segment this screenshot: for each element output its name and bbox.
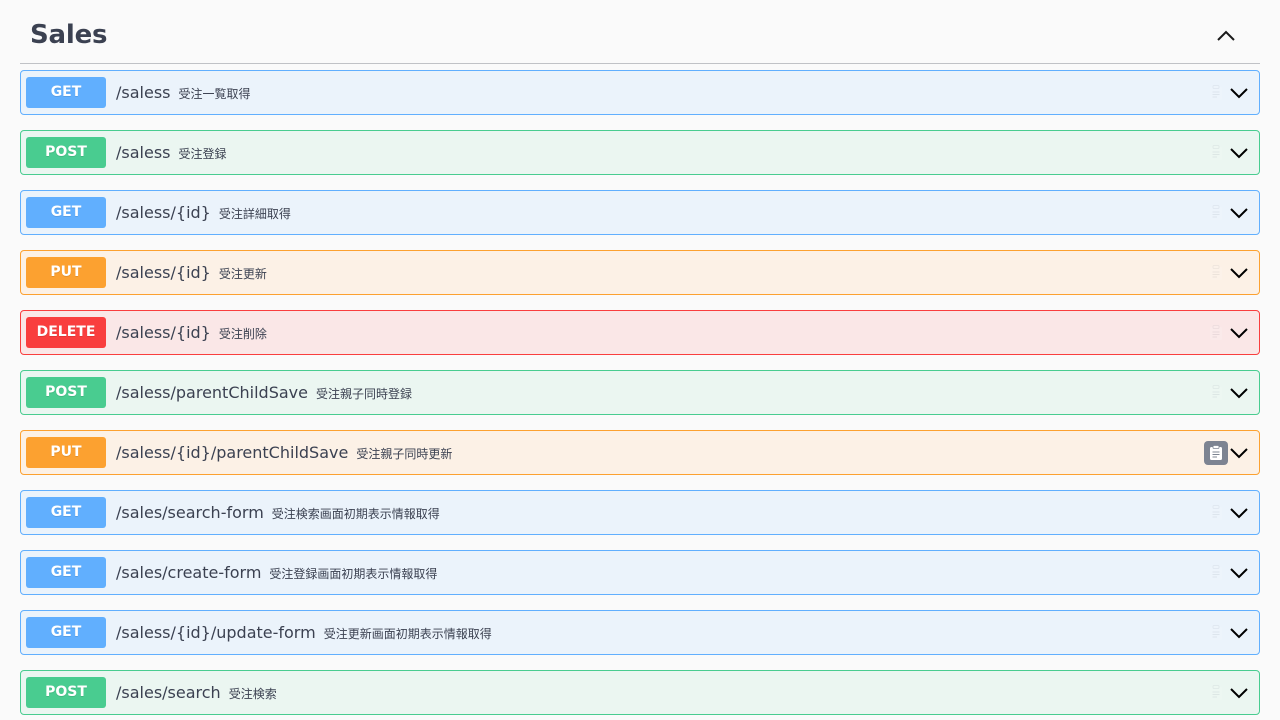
operation-path: /sales/search-form <box>116 503 264 522</box>
method-badge: POST <box>26 137 106 168</box>
chevron-down-icon[interactable] <box>1229 503 1249 523</box>
operation-path: /saless/parentChildSave <box>116 383 308 402</box>
method-badge: GET <box>26 77 106 108</box>
chevron-down-icon[interactable] <box>1229 263 1249 283</box>
method-badge: GET <box>26 617 106 648</box>
operation-summary: 受注一覧取得 <box>178 87 251 101</box>
operation-path: /saless <box>116 83 171 102</box>
opblock-post-saless[interactable]: POST /saless 受注登録 <box>20 130 1260 175</box>
opblock-get-saless[interactable]: GET /saless 受注一覧取得 <box>20 70 1260 115</box>
clipboard-icon[interactable] <box>1204 561 1228 585</box>
operation-path: /saless/{id}/update-form <box>116 623 316 642</box>
operation-path: /saless/{id} <box>116 263 211 282</box>
opblock-get-search-form[interactable]: GET /sales/search-form 受注検索画面初期表示情報取得 <box>20 490 1260 535</box>
operation-path: /sales/create-form <box>116 563 262 582</box>
opblock-put-parent-child-save[interactable]: PUT /saless/{id}/parentChildSave 受注親子同時更新 <box>20 430 1260 475</box>
opblock-get-create-form[interactable]: GET /sales/create-form 受注登録画面初期表示情報取得 <box>20 550 1260 595</box>
chevron-down-icon[interactable] <box>1229 383 1249 403</box>
clipboard-icon[interactable] <box>1204 381 1228 405</box>
method-badge: DELETE <box>26 317 106 348</box>
operations-list: GET /saless 受注一覧取得 POST /saless 受注登録 GET /… <box>20 70 1260 720</box>
operation-summary: 受注削除 <box>218 327 267 341</box>
clipboard-icon[interactable] <box>1204 201 1228 225</box>
method-badge: POST <box>26 377 106 408</box>
clipboard-icon[interactable] <box>1204 621 1228 645</box>
clipboard-icon[interactable] <box>1204 681 1228 705</box>
opblock-post-search[interactable]: POST /sales/search 受注検索 <box>20 670 1260 715</box>
opblock-post-parent-child-save[interactable]: POST /saless/parentChildSave 受注親子同時登録 <box>20 370 1260 415</box>
chevron-down-icon[interactable] <box>1229 623 1249 643</box>
operation-path: /sales/search <box>116 683 221 702</box>
operation-summary: 受注検索 <box>228 687 277 701</box>
method-badge: PUT <box>26 257 106 288</box>
chevron-down-icon[interactable] <box>1229 443 1249 463</box>
operation-path: /saless <box>116 143 171 162</box>
operation-summary: 受注検索画面初期表示情報取得 <box>271 507 440 521</box>
opblock-get-saless-id[interactable]: GET /saless/{id} 受注詳細取得 <box>20 190 1260 235</box>
method-badge: POST <box>26 677 106 708</box>
operation-summary: 受注登録 <box>178 147 227 161</box>
operation-summary: 受注親子同時登録 <box>315 387 412 401</box>
operation-path: /saless/{id} <box>116 323 211 342</box>
chevron-down-icon[interactable] <box>1229 563 1249 583</box>
opblock-put-saless-id[interactable]: PUT /saless/{id} 受注更新 <box>20 250 1260 295</box>
clipboard-icon[interactable] <box>1204 501 1228 525</box>
operation-path: /saless/{id} <box>116 203 211 222</box>
operation-summary: 受注詳細取得 <box>218 207 291 221</box>
method-badge: GET <box>26 497 106 528</box>
clipboard-icon[interactable] <box>1204 441 1228 465</box>
opblock-get-update-form[interactable]: GET /saless/{id}/update-form 受注更新画面初期表示情報… <box>20 610 1260 655</box>
method-badge: GET <box>26 197 106 228</box>
chevron-down-icon[interactable] <box>1229 83 1249 103</box>
sales-tag-header[interactable]: Sales <box>20 8 1260 64</box>
chevron-down-icon[interactable] <box>1229 143 1249 163</box>
section-title: Sales <box>30 20 108 50</box>
method-badge: GET <box>26 557 106 588</box>
clipboard-icon[interactable] <box>1204 141 1228 165</box>
method-badge: PUT <box>26 437 106 468</box>
chevron-down-icon[interactable] <box>1229 323 1249 343</box>
chevron-down-icon[interactable] <box>1229 683 1249 703</box>
operation-summary: 受注更新画面初期表示情報取得 <box>323 627 492 641</box>
operation-summary: 受注登録画面初期表示情報取得 <box>269 567 438 581</box>
chevron-down-icon[interactable] <box>1229 203 1249 223</box>
operation-path: /saless/{id}/parentChildSave <box>116 443 349 462</box>
operation-summary: 受注更新 <box>218 267 267 281</box>
opblock-delete-saless-id[interactable]: DELETE /saless/{id} 受注削除 <box>20 310 1260 355</box>
chevron-up-icon[interactable] <box>1214 25 1238 47</box>
operation-summary: 受注親子同時更新 <box>356 447 453 461</box>
clipboard-icon[interactable] <box>1204 261 1228 285</box>
sales-tag-section: Sales GET /saless 受注一覧取得 POST /saless 受注登録… <box>0 0 1280 720</box>
clipboard-icon[interactable] <box>1204 321 1228 345</box>
clipboard-icon[interactable] <box>1204 81 1228 105</box>
